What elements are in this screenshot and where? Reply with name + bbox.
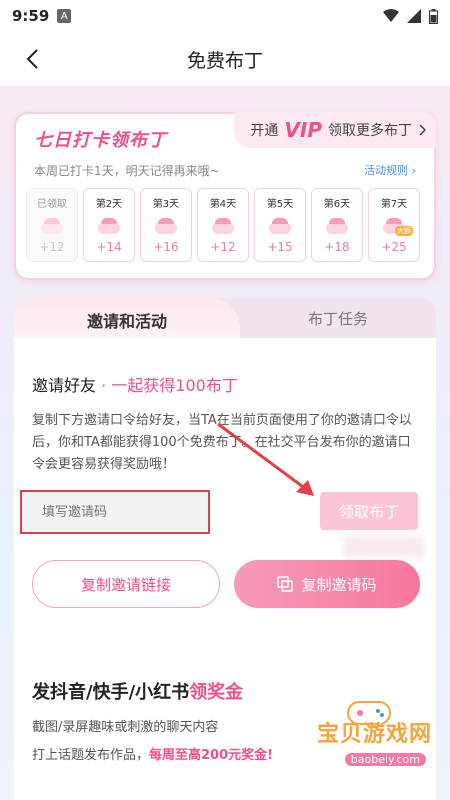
checkin-days: 已领取 +12 第2天 +14 第3天 +16 第4天 +12 第5天 +15 … (26, 188, 420, 262)
page-title: 免费布丁 (186, 49, 263, 72)
promo-line-2: 打上话题发布作品，每周至高200元奖金! (32, 744, 273, 763)
checkin-title: 七日打卡领布丁 (34, 130, 167, 151)
day-points: +25 (381, 240, 407, 254)
vip-prefix: 开通 (250, 123, 279, 139)
promo-bonus: 每周至高200元奖金! (149, 748, 274, 763)
bonus-badge: 大额 (395, 226, 413, 236)
page-content: 七日打卡领布丁 开通 VIP 领取更多布丁 本周已打卡1天，明天记得再来哦~ 活… (0, 86, 450, 800)
day-points: +14 (96, 240, 122, 254)
promo-line-2-text: 打上话题发布作品， (32, 748, 150, 763)
top-nav: 免费布丁 (0, 32, 450, 86)
status-bar: 9:59 A (0, 0, 450, 32)
checkin-day-1[interactable]: 已领取 +12 (26, 188, 78, 262)
pudding-icon (41, 218, 63, 234)
promo-title: 发抖音/快手/小红书领奖金 (32, 678, 243, 704)
pudding-icon (269, 218, 291, 234)
rules-link-label: 活动规则 (364, 164, 409, 177)
checkin-subtitle: 本周已打卡1天，明天记得再来哦~ (34, 164, 220, 178)
invite-title-text: 邀请好友 (32, 376, 97, 395)
copy-invite-link-button[interactable]: 复制邀请链接 (32, 560, 220, 608)
watermark-logo: 宝贝游戏网 baobeiy.com (284, 694, 444, 784)
battery-icon (429, 8, 438, 24)
checkin-day-2[interactable]: 第2天 +14 (83, 188, 135, 262)
pudding-icon: 大额 (383, 218, 413, 236)
day-points: +18 (324, 240, 350, 254)
watermark-url: baobeiy.com (344, 753, 426, 766)
pudding-icon (326, 218, 348, 234)
copy-invite-code-label: 复制邀请码 (301, 575, 377, 594)
day-label: 第6天 (323, 199, 351, 210)
pudding-icon (155, 218, 177, 234)
day-label: 已领取 (37, 199, 67, 210)
day-points: +12 (39, 240, 65, 254)
checkin-day-3[interactable]: 第3天 +16 (140, 188, 192, 262)
invite-title: 邀请好友 · 一起获得100布丁 (32, 372, 238, 396)
checkin-day-5[interactable]: 第5天 +15 (254, 188, 306, 262)
copy-icon (277, 576, 294, 592)
chevron-right-small-icon: › (411, 164, 416, 177)
claim-pudding-button[interactable]: 领取布丁 (320, 492, 418, 530)
blurred-area (344, 536, 424, 558)
status-icons (383, 8, 438, 24)
day-points: +16 (153, 240, 179, 254)
day-label: 第3天 (152, 199, 180, 210)
tab-invite-events[interactable]: 邀请和活动 (14, 298, 240, 342)
copy-invite-code-button[interactable]: 复制邀请码 (234, 560, 420, 608)
day-label: 第4天 (209, 199, 237, 210)
chevron-left-icon (26, 49, 38, 69)
chevron-right-icon (419, 124, 426, 136)
invite-title-highlight: · 一起获得100布丁 (101, 376, 238, 395)
vip-suffix: 领取更多布丁 (328, 123, 412, 139)
checkin-day-6[interactable]: 第6天 +18 (311, 188, 363, 262)
back-button[interactable] (18, 45, 46, 73)
watermark-text: 宝贝游戏网 (316, 722, 432, 747)
tab-pudding-tasks[interactable]: 布丁任务 (240, 298, 436, 338)
promo-title-text: 发抖音/快手/小红书 (32, 682, 190, 703)
checkin-card: 七日打卡领布丁 开通 VIP 领取更多布丁 本周已打卡1天，明天记得再来哦~ 活… (14, 112, 436, 280)
day-label: 第5天 (266, 199, 294, 210)
pudding-icon (212, 218, 234, 234)
promo-title-highlight: 领奖金 (189, 682, 244, 703)
checkin-day-4[interactable]: 第4天 +12 (197, 188, 249, 262)
wifi-icon (383, 9, 399, 22)
pudding-icon (98, 218, 120, 234)
vip-upgrade-button[interactable]: 开通 VIP 领取更多布丁 (234, 112, 436, 148)
notification-a-icon: A (57, 9, 72, 23)
rules-link[interactable]: 活动规则 › (364, 162, 416, 178)
day-points: +12 (210, 240, 236, 254)
annotation-arrow-icon (217, 422, 314, 496)
checkin-day-7[interactable]: 第7天 大额 +25 (368, 188, 420, 262)
invite-code-input[interactable] (20, 490, 210, 534)
signal-icon (407, 9, 421, 23)
day-label: 第2天 (95, 199, 123, 210)
day-label: 第7天 (380, 199, 408, 210)
status-time: 9:59 (12, 7, 50, 25)
day-points: +15 (267, 240, 293, 254)
vip-logo: VIP (284, 118, 322, 142)
promo-line-1: 截图/录屏趣味或刺激的聊天内容 (32, 720, 219, 735)
